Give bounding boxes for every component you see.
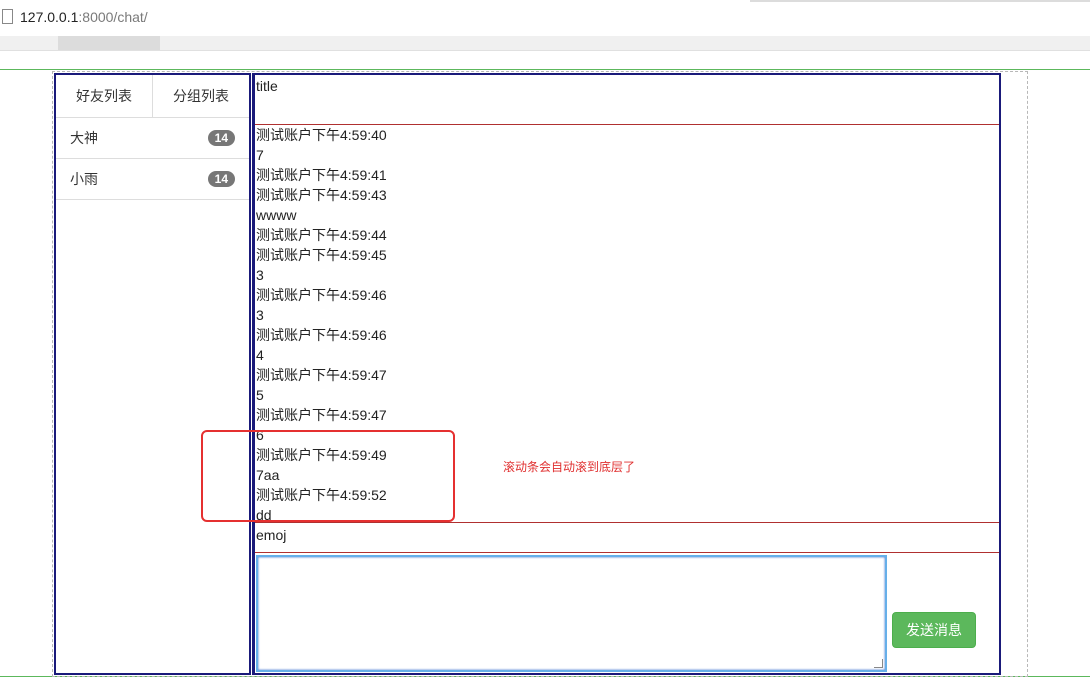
friend-item-xiaoyu[interactable]: 小雨 14 <box>56 159 249 200</box>
unread-badge: 14 <box>207 171 235 187</box>
message-line: 3 <box>256 267 264 283</box>
friend-sidebar: 好友列表 分组列表 大神 14 小雨 14 <box>54 73 251 675</box>
url-host: 127.0.0.1 <box>20 9 79 25</box>
message-line: 测试账户下午4:59:46 <box>256 327 387 343</box>
message-line: 7 <box>256 147 264 163</box>
message-line: 测试账户下午4:59:40 <box>256 127 387 143</box>
bookmarks-strip <box>0 36 1090 51</box>
sidebar-tabs: 好友列表 分组列表 <box>56 75 249 118</box>
message-line: 测试账户下午4:59:47 <box>256 407 387 423</box>
friend-name: 小雨 <box>70 172 98 188</box>
resize-handle-icon[interactable] <box>874 659 883 668</box>
emoji-bar[interactable]: emoj <box>255 523 999 553</box>
top-divider <box>750 0 1090 2</box>
url-path: :8000/chat/ <box>78 9 148 25</box>
message-line: 4 <box>256 347 264 363</box>
send-message-button[interactable]: 发送消息 <box>892 612 976 648</box>
browser-address-bar: 127.0.0.1:8000/chat/ <box>0 0 1090 37</box>
page-icon <box>2 9 13 24</box>
message-line: 测试账户下午4:59:43 <box>256 187 387 203</box>
message-line: 3 <box>256 307 264 323</box>
message-line: 测试账户下午4:59:46 <box>256 287 387 303</box>
chat-panel: title 测试账户下午4:59:40 7 测试账户下午4:59:41 测试账户下午4… <box>252 73 1001 675</box>
message-line: 测试账户下午4:59:41 <box>256 167 387 183</box>
tab-friend-list[interactable]: 好友列表 <box>56 75 153 117</box>
tab-group-list[interactable]: 分组列表 <box>153 75 249 117</box>
active-bookmark-tab[interactable] <box>58 36 160 50</box>
url-field[interactable]: 127.0.0.1:8000/chat/ <box>20 9 148 25</box>
page-top-border <box>0 69 1090 70</box>
message-line: 测试账户下午4:59:45 <box>256 247 387 263</box>
message-line: 测试账户下午4:59:44 <box>256 227 387 243</box>
annotation-highlight-box <box>201 430 455 522</box>
message-line: 5 <box>256 387 264 403</box>
annotation-note: 滚动条会自动滚到底层了 <box>503 460 636 474</box>
message-line: 测试账户下午4:59:47 <box>256 367 387 383</box>
friend-name: 大神 <box>70 131 98 147</box>
chat-title: title <box>255 75 999 125</box>
friend-item-dashen[interactable]: 大神 14 <box>56 118 249 159</box>
unread-badge: 14 <box>207 130 235 146</box>
message-input[interactable] <box>256 555 887 672</box>
message-line: wwww <box>256 207 297 223</box>
